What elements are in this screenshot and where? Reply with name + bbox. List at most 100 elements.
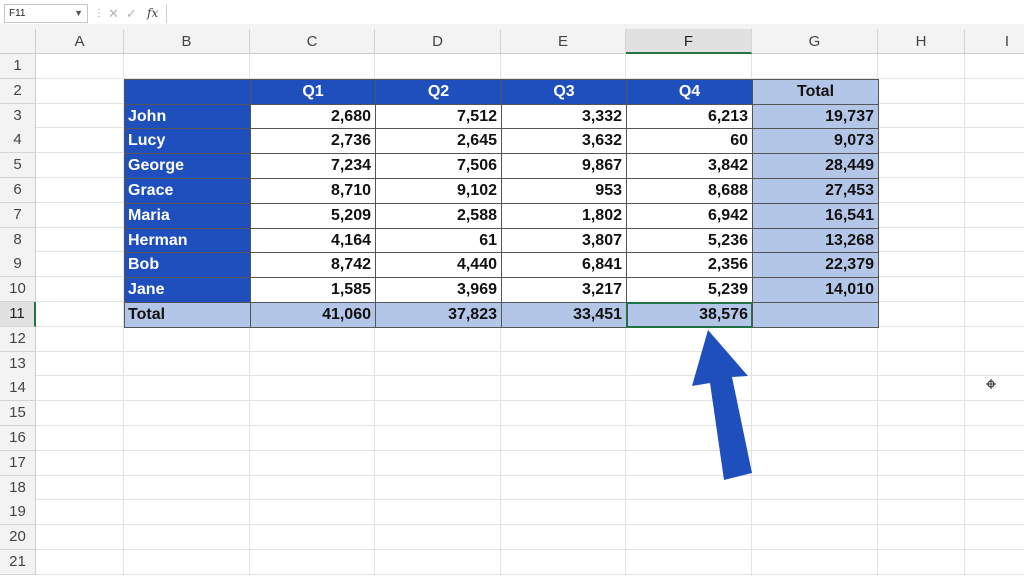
table-header-cell[interactable]: Q1 (250, 78, 376, 105)
row-header-12[interactable]: 12 (0, 326, 36, 352)
insert-function-button[interactable]: fx (147, 4, 158, 22)
column-header-h[interactable]: H (878, 29, 965, 54)
row-total-cell[interactable]: 22,379 (752, 252, 879, 279)
value-cell[interactable]: 2,645 (375, 128, 502, 155)
row-total-cell[interactable]: 27,453 (752, 178, 879, 204)
row-total-cell[interactable]: 14,010 (752, 277, 879, 303)
row-name-cell[interactable]: Bob (124, 252, 251, 279)
value-cell[interactable]: 2,356 (626, 252, 753, 279)
value-cell[interactable]: 5,236 (626, 227, 753, 254)
column-total-cell[interactable]: 33,451 (501, 302, 627, 328)
row-header-16[interactable]: 16 (0, 426, 36, 451)
value-cell[interactable]: 6,213 (626, 103, 753, 130)
table-header-cell[interactable]: Q3 (501, 78, 627, 105)
row-total-cell[interactable]: 13,268 (752, 227, 879, 254)
grand-total-cell[interactable] (752, 302, 879, 328)
total-label-cell[interactable]: Total (124, 302, 251, 328)
row-name-cell[interactable]: Lucy (124, 128, 251, 155)
row-name-cell[interactable]: John (124, 103, 251, 130)
gridline (36, 350, 1024, 352)
select-all-button[interactable] (0, 29, 36, 54)
value-cell[interactable]: 3,332 (501, 103, 627, 130)
row-header-2[interactable]: 2 (0, 78, 36, 104)
value-cell[interactable]: 5,209 (250, 202, 376, 229)
value-cell[interactable]: 3,632 (501, 128, 627, 155)
value-cell[interactable]: 6,942 (626, 202, 753, 229)
value-cell[interactable]: 7,234 (250, 153, 376, 179)
row-name-cell[interactable]: Maria (124, 202, 251, 229)
value-cell[interactable]: 3,807 (501, 227, 627, 254)
table-header-cell[interactable]: Total (752, 78, 879, 105)
column-header-d[interactable]: D (375, 29, 501, 54)
value-cell[interactable]: 3,969 (375, 277, 502, 303)
column-header-b[interactable]: B (124, 29, 250, 54)
value-cell[interactable]: 9,102 (375, 178, 502, 204)
row-header-6[interactable]: 6 (0, 178, 36, 203)
gridline (36, 549, 1024, 550)
row-name-cell[interactable]: Herman (124, 227, 251, 254)
value-cell[interactable]: 60 (626, 128, 753, 155)
row-header-20[interactable]: 20 (0, 525, 36, 551)
row-header-4[interactable]: 4 (0, 128, 36, 154)
row-header-10[interactable]: 10 (0, 277, 36, 303)
value-cell[interactable]: 4,440 (375, 252, 502, 279)
value-cell[interactable]: 3,217 (501, 277, 627, 303)
row-header-7[interactable]: 7 (0, 202, 36, 228)
value-cell[interactable]: 3,842 (626, 153, 753, 179)
row-header-9[interactable]: 9 (0, 252, 36, 278)
column-total-cell[interactable]: 41,060 (250, 302, 376, 328)
row-total-cell[interactable]: 16,541 (752, 202, 879, 229)
value-cell[interactable]: 8,742 (250, 252, 376, 279)
row-header-11[interactable]: 11 (0, 302, 36, 327)
gridline (36, 499, 1024, 501)
row-header-15[interactable]: 15 (0, 401, 36, 427)
value-cell[interactable]: 6,841 (501, 252, 627, 279)
row-header-1[interactable]: 1 (0, 54, 36, 79)
column-header-e[interactable]: E (501, 29, 626, 54)
row-header-19[interactable]: 19 (0, 500, 36, 526)
chevron-down-icon[interactable]: ▼ (74, 5, 83, 22)
value-cell[interactable]: 4,164 (250, 227, 376, 254)
close-icon[interactable]: ✕ (108, 5, 119, 23)
check-icon[interactable]: ✓ (126, 5, 137, 23)
value-cell[interactable]: 5,239 (626, 277, 753, 303)
formula-input[interactable] (166, 4, 1024, 23)
column-header-i[interactable]: I (965, 29, 1024, 54)
value-cell[interactable]: 2,588 (375, 202, 502, 229)
row-name-cell[interactable]: Jane (124, 277, 251, 303)
column-total-cell[interactable]: 38,576 (626, 302, 753, 328)
name-box[interactable]: F11 ▼ (4, 4, 88, 23)
table-header-cell[interactable] (124, 78, 251, 105)
row-header-8[interactable]: 8 (0, 227, 36, 253)
column-header-a[interactable]: A (36, 29, 124, 54)
row-header-3[interactable]: 3 (0, 103, 36, 129)
value-cell[interactable]: 9,867 (501, 153, 627, 179)
value-cell[interactable]: 2,680 (250, 103, 376, 130)
row-total-cell[interactable]: 9,073 (752, 128, 879, 155)
column-header-f[interactable]: F (626, 29, 752, 54)
table-header-cell[interactable]: Q4 (626, 78, 753, 105)
value-cell[interactable]: 7,512 (375, 103, 502, 130)
value-cell[interactable]: 953 (501, 178, 627, 204)
value-cell[interactable]: 61 (375, 227, 502, 254)
value-cell[interactable]: 1,585 (250, 277, 376, 303)
table-header-cell[interactable]: Q2 (375, 78, 502, 105)
row-name-cell[interactable]: George (124, 153, 251, 179)
row-header-21[interactable]: 21 (0, 550, 36, 575)
value-cell[interactable]: 8,688 (626, 178, 753, 204)
row-header-13[interactable]: 13 (0, 351, 36, 377)
value-cell[interactable]: 1,802 (501, 202, 627, 229)
column-total-cell[interactable]: 37,823 (375, 302, 502, 328)
row-header-5[interactable]: 5 (0, 153, 36, 179)
row-header-14[interactable]: 14 (0, 376, 36, 402)
row-name-cell[interactable]: Grace (124, 178, 251, 204)
value-cell[interactable]: 8,710 (250, 178, 376, 204)
row-total-cell[interactable]: 19,737 (752, 103, 879, 130)
row-header-18[interactable]: 18 (0, 475, 36, 501)
row-header-17[interactable]: 17 (0, 450, 36, 476)
column-header-c[interactable]: C (250, 29, 375, 54)
row-total-cell[interactable]: 28,449 (752, 153, 879, 179)
value-cell[interactable]: 7,506 (375, 153, 502, 179)
column-header-g[interactable]: G (752, 29, 878, 54)
value-cell[interactable]: 2,736 (250, 128, 376, 155)
